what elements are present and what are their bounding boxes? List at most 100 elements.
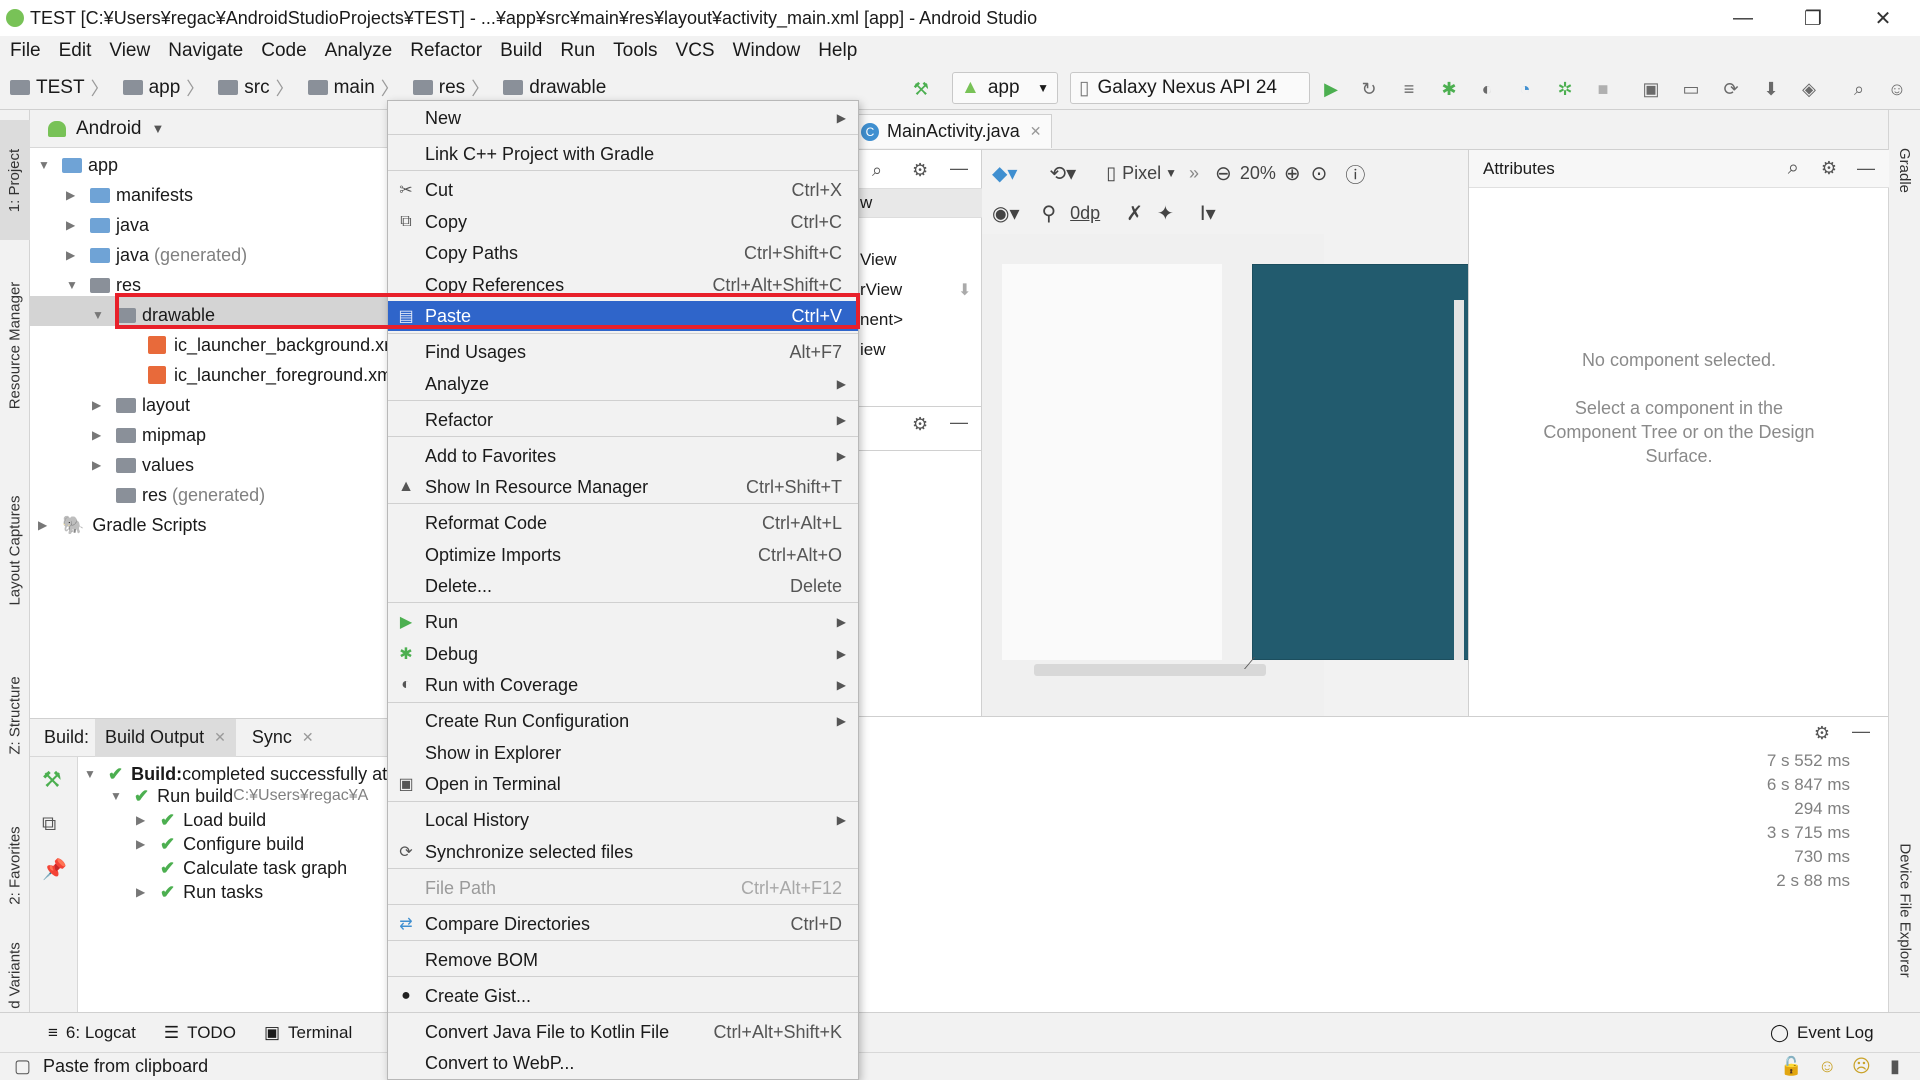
device-dropdown[interactable]: ▯ Galaxy Nexus API 24: [1070, 72, 1310, 104]
close-icon[interactable]: ✕: [1030, 123, 1042, 140]
zoom-fit-icon[interactable]: ⊙: [1311, 161, 1328, 186]
memory-indicator-icon[interactable]: ▮: [1890, 1056, 1900, 1077]
menu-tools[interactable]: Tools: [607, 40, 663, 62]
menu-file[interactable]: File: [4, 40, 47, 62]
tab-sync[interactable]: Sync ✕: [242, 727, 324, 748]
horizontal-scrollbar[interactable]: [1034, 664, 1266, 676]
breadcrumb-app[interactable]: app 〉: [113, 75, 204, 101]
apply-code-changes-icon[interactable]: ≡: [1398, 78, 1420, 100]
zoom-in-icon[interactable]: ⊕: [1284, 161, 1301, 186]
minimize-icon[interactable]: —: [1857, 158, 1875, 179]
gear-icon[interactable]: ⚙: [912, 414, 928, 435]
palette-item[interactable]: rView: [860, 280, 902, 300]
run-icon[interactable]: ▶: [1320, 78, 1342, 100]
tool-tab-device-file-explorer[interactable]: Device File Explorer: [1889, 820, 1920, 1000]
menu-item-refactor[interactable]: Refactor ▶: [388, 405, 858, 435]
menu-item-analyze[interactable]: Analyze ▶: [388, 369, 858, 399]
orientation-icon[interactable]: ⟲▾: [1049, 161, 1076, 186]
menu-item-add-to-favorites[interactable]: Add to Favorites ▶: [388, 441, 858, 471]
menu-item-delete[interactable]: Delete... Delete: [388, 571, 858, 601]
minimize-icon[interactable]: —: [950, 412, 968, 433]
tool-tab-logcat[interactable]: ≡ 6: Logcat: [48, 1023, 136, 1043]
menu-item-synchronize[interactable]: ⟳ Synchronize selected files: [388, 837, 858, 867]
close-icon[interactable]: ✕: [214, 729, 226, 746]
menu-item-link-cpp[interactable]: Link C++ Project with Gradle: [388, 139, 858, 169]
build-hammer-icon[interactable]: ⚒: [42, 767, 62, 793]
menu-item-new[interactable]: New ▶: [388, 103, 858, 133]
build-row[interactable]: ▶ ✔ Load build: [136, 807, 266, 833]
gear-icon[interactable]: ⚙: [1821, 158, 1837, 179]
menu-item-open-in-terminal[interactable]: ▣ Open in Terminal: [388, 769, 858, 799]
build-row[interactable]: ▶ ✔ Configure build: [136, 831, 304, 857]
tab-main-activity[interactable]: C MainActivity.java ✕: [850, 114, 1053, 148]
toggle-view-icon[interactable]: ⧉: [42, 813, 56, 836]
minimize-button[interactable]: —: [1712, 0, 1774, 36]
blueprint-preview[interactable]: [1252, 264, 1476, 660]
tree-item-manifests[interactable]: ▶ manifests: [66, 180, 193, 210]
build-hammer-icon[interactable]: ⚒: [910, 78, 932, 100]
menu-window[interactable]: Window: [727, 40, 807, 62]
download-icon[interactable]: ⬇: [958, 280, 971, 300]
project-structure-icon[interactable]: ▣: [1640, 78, 1662, 100]
tree-item-mipmap[interactable]: ▶ mipmap: [92, 420, 206, 450]
design-surface-layers-icon[interactable]: ◆▾: [992, 161, 1017, 186]
search-icon[interactable]: ⌕: [1788, 157, 1799, 180]
tool-tab-terminal[interactable]: ▣ Terminal: [264, 1023, 352, 1043]
device-selector[interactable]: Pixel: [1122, 163, 1161, 184]
zoom-out-icon[interactable]: ⊖: [1215, 161, 1232, 186]
frown-feedback-icon[interactable]: ☹: [1852, 1056, 1871, 1077]
menu-item-copy-references[interactable]: Copy References Ctrl+Alt+Shift+C: [388, 270, 858, 300]
avd-manager-icon[interactable]: ▭: [1680, 78, 1702, 100]
default-margin[interactable]: 0dp: [1070, 203, 1100, 224]
palette-category-selected[interactable]: w: [858, 188, 982, 218]
vertical-scrollbar[interactable]: [1454, 300, 1464, 660]
tree-item-java-generated[interactable]: ▶ java (generated): [66, 240, 247, 270]
resize-handle-icon[interactable]: ⟋: [1244, 656, 1274, 680]
tree-item-layout[interactable]: ▶ layout: [92, 390, 190, 420]
menu-analyze[interactable]: Analyze: [319, 40, 399, 62]
clear-constraints-icon[interactable]: ✗: [1126, 201, 1143, 226]
menu-view[interactable]: View: [103, 40, 156, 62]
tree-item-drawable[interactable]: ▼ drawable: [92, 300, 215, 330]
smile-feedback-icon[interactable]: ☺: [1818, 1056, 1836, 1077]
palette-item[interactable]: View: [860, 250, 897, 270]
menu-item-convert-to-webp[interactable]: Convert to WebP...: [388, 1048, 858, 1078]
tool-tab-build-variants[interactable]: d Variants: [0, 940, 30, 1010]
restore-button[interactable]: ❐: [1782, 0, 1844, 36]
menu-item-paste[interactable]: ▤ Paste Ctrl+V: [388, 301, 858, 331]
palette-item[interactable]: nent>: [860, 310, 903, 330]
tab-build-output[interactable]: Build Output ✕: [95, 718, 236, 757]
menu-navigate[interactable]: Navigate: [162, 40, 249, 62]
attach-debugger-icon[interactable]: ✲: [1554, 78, 1576, 100]
menu-help[interactable]: Help: [812, 40, 863, 62]
more-icon[interactable]: »: [1189, 163, 1199, 184]
breadcrumb-res[interactable]: res 〉: [403, 75, 489, 101]
menu-item-create-run-configuration[interactable]: Create Run Configuration ▶: [388, 706, 858, 736]
tool-tab-structure[interactable]: Z: Structure: [0, 650, 30, 780]
gear-icon[interactable]: ⚙: [912, 160, 928, 181]
menu-run[interactable]: Run: [554, 40, 601, 62]
avatar[interactable]: ☺: [1886, 78, 1908, 100]
infer-constraints-icon[interactable]: ✦: [1157, 201, 1174, 226]
tree-item-res[interactable]: ▼ res: [66, 270, 141, 300]
warning-icon[interactable]: ⓘ: [1345, 159, 1365, 188]
menu-build[interactable]: Build: [494, 40, 548, 62]
breadcrumb-test[interactable]: TEST 〉: [0, 75, 109, 101]
menu-item-show-in-resource-manager[interactable]: ▲ Show In Resource Manager Ctrl+Shift+T: [388, 472, 858, 502]
menu-item-run[interactable]: ▶ Run ▶: [388, 607, 858, 637]
tool-tab-favorites[interactable]: 2: Favorites: [0, 790, 30, 940]
run-config-dropdown[interactable]: ▲ app ▼: [952, 72, 1058, 104]
tool-tab-resource-manager[interactable]: Resource Manager: [0, 260, 30, 430]
tree-item-app[interactable]: ▼ app: [38, 150, 118, 180]
tool-tab-project[interactable]: 1: Project: [0, 120, 30, 240]
menu-item-create-gist[interactable]: ● Create Gist...: [388, 981, 858, 1011]
tree-item-ic-launcher-foreground[interactable]: ic_launcher_foreground.xml: [148, 360, 396, 390]
breadcrumb-drawable[interactable]: drawable: [493, 77, 606, 99]
menu-refactor[interactable]: Refactor: [404, 40, 488, 62]
breadcrumb-main[interactable]: main 〉: [298, 75, 399, 101]
menu-code[interactable]: Code: [255, 40, 312, 62]
build-row[interactable]: ✔ Calculate task graph: [136, 855, 347, 881]
palette-item[interactable]: iew: [860, 340, 886, 360]
build-row[interactable]: ▼ ✔ Run build C:¥Users¥regac¥A: [110, 783, 368, 809]
close-icon[interactable]: ✕: [302, 729, 314, 746]
